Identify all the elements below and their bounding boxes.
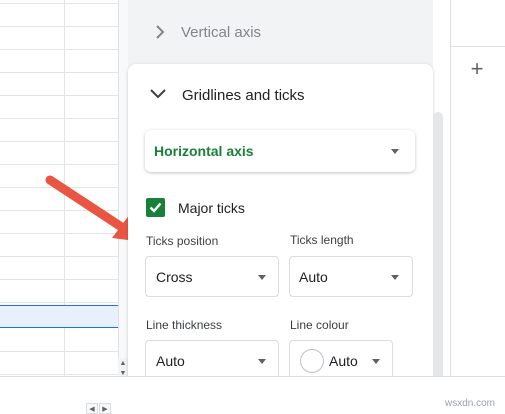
major-ticks-label[interactable]: Major ticks bbox=[178, 200, 245, 216]
grid-row-line bbox=[0, 374, 118, 375]
rail-divider bbox=[451, 46, 505, 47]
dropdown-caret-icon bbox=[391, 149, 399, 154]
checkmark-icon bbox=[149, 202, 162, 213]
ticks-position-value: Cross bbox=[156, 269, 193, 285]
grid-row-line bbox=[0, 95, 118, 96]
grid-row-line bbox=[0, 351, 118, 352]
line-thickness-value: Auto bbox=[156, 353, 185, 369]
grid-row-line bbox=[0, 279, 118, 280]
ticks-position-dropdown[interactable]: Cross bbox=[145, 256, 279, 297]
ticks-length-label: Ticks length bbox=[290, 233, 354, 247]
grid-row-line bbox=[0, 302, 118, 303]
grid-row-line bbox=[0, 3, 118, 4]
ticks-length-value: Auto bbox=[299, 269, 328, 285]
axis-select-dropdown[interactable]: Horizontal axis bbox=[145, 130, 415, 172]
major-ticks-checkbox[interactable] bbox=[146, 198, 165, 217]
gridlines-ticks-section-title[interactable]: Gridlines and ticks bbox=[182, 87, 305, 104]
grid-row-line bbox=[0, 26, 118, 27]
line-thickness-label: Line thickness bbox=[146, 318, 223, 332]
sheet-bottom-bar bbox=[0, 376, 505, 414]
scroll-up-icon[interactable]: ▲ bbox=[118, 358, 128, 368]
line-colour-dropdown[interactable]: Auto bbox=[289, 340, 393, 381]
grid-row-line bbox=[0, 256, 118, 257]
plus-icon[interactable]: + bbox=[469, 58, 485, 80]
chevron-right-icon[interactable] bbox=[155, 24, 165, 40]
grid-row-line bbox=[0, 141, 118, 142]
grid-row-line bbox=[0, 118, 118, 119]
vertical-axis-section-title[interactable]: Vertical axis bbox=[181, 24, 261, 41]
dropdown-caret-icon bbox=[258, 275, 266, 280]
dropdown-caret-icon bbox=[372, 359, 380, 364]
scroll-left-icon[interactable]: ◀ bbox=[86, 403, 98, 414]
rail-divider bbox=[450, 0, 451, 376]
dropdown-caret-icon bbox=[391, 275, 399, 280]
selected-row[interactable] bbox=[0, 305, 118, 328]
grid-row-line bbox=[0, 72, 118, 73]
line-colour-value: Auto bbox=[329, 353, 358, 369]
axis-select-value: Horizontal axis bbox=[154, 143, 254, 159]
line-colour-label: Line colour bbox=[290, 318, 349, 332]
dropdown-caret-icon bbox=[258, 359, 266, 364]
ticks-length-dropdown[interactable]: Auto bbox=[289, 256, 413, 297]
scroll-right-icon[interactable]: ▶ bbox=[99, 403, 111, 414]
grid-row-line bbox=[0, 164, 118, 165]
grid-row-line bbox=[0, 49, 118, 50]
line-thickness-dropdown[interactable]: Auto bbox=[145, 340, 279, 381]
vertical-axis-section[interactable] bbox=[128, 0, 433, 62]
chevron-down-icon[interactable] bbox=[149, 88, 167, 100]
panel-scrollbar-thumb[interactable] bbox=[433, 112, 443, 392]
line-colour-swatch bbox=[300, 349, 324, 373]
watermark: wsxdn.com bbox=[445, 398, 496, 409]
ticks-position-label: Ticks position bbox=[146, 234, 219, 248]
